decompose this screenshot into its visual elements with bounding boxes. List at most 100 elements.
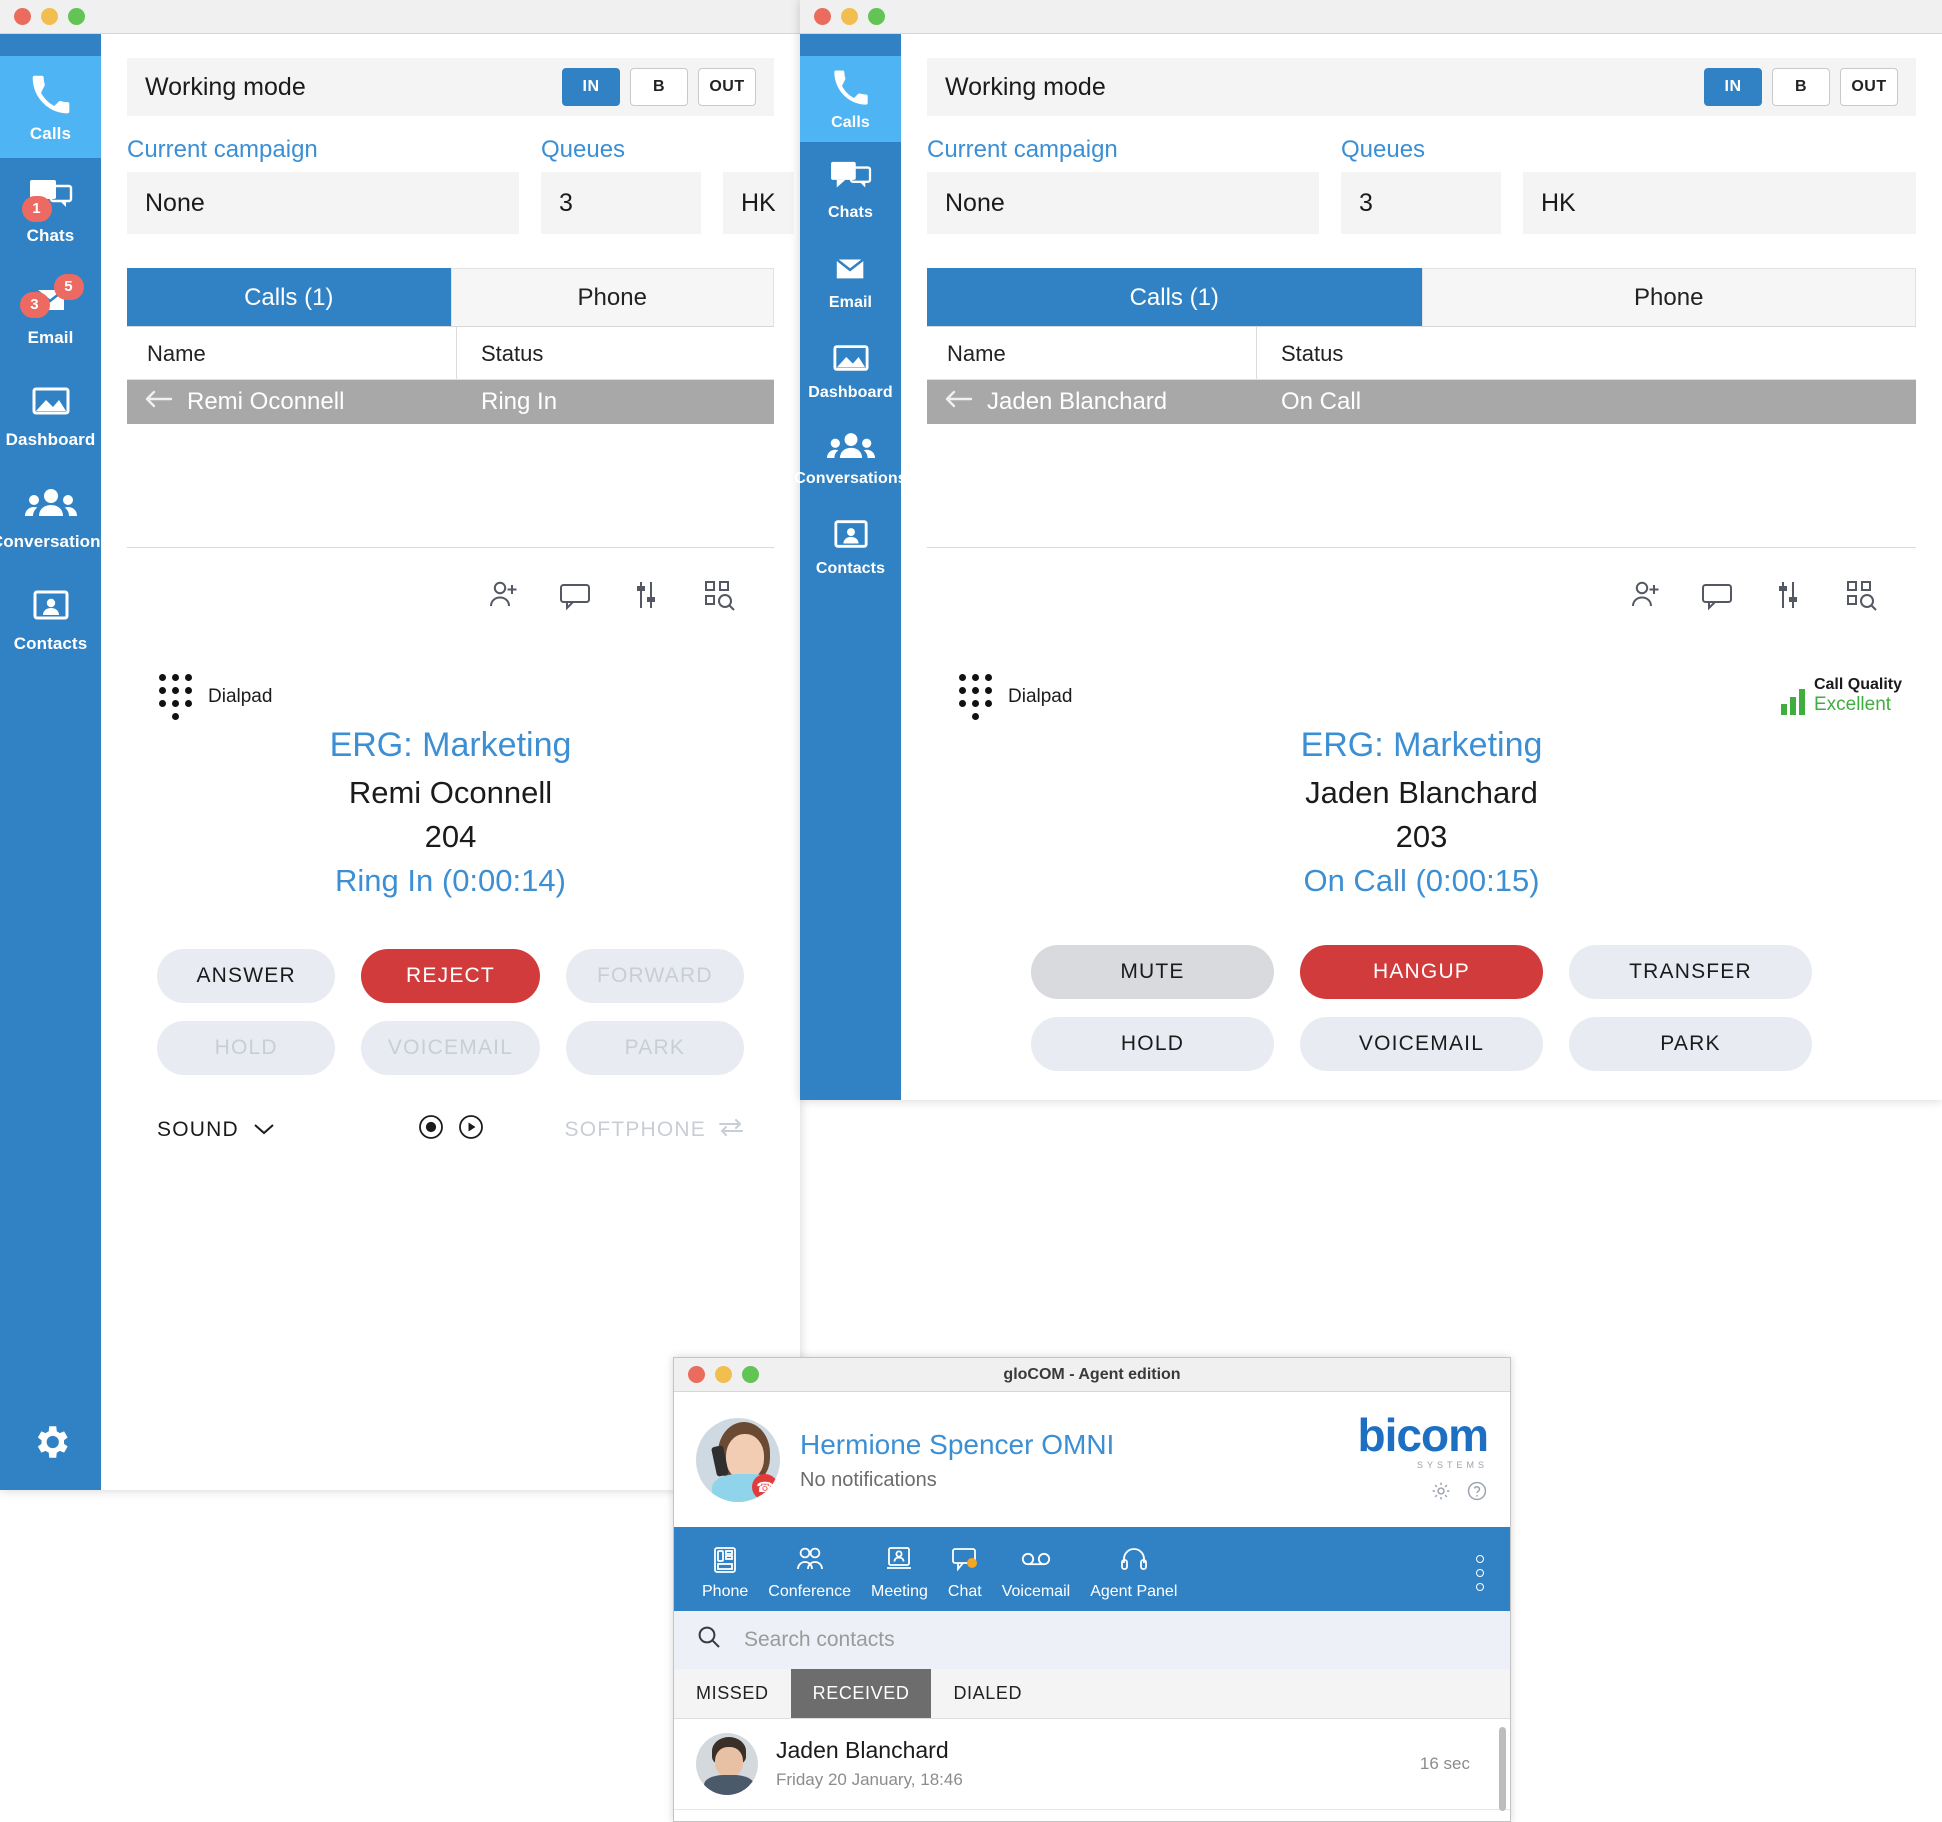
- close-button[interactable]: [14, 8, 31, 25]
- nav-chat[interactable]: Chat: [938, 1539, 992, 1601]
- close-button[interactable]: [814, 8, 831, 25]
- working-mode-buttons[interactable]: IN B OUT: [562, 68, 756, 106]
- campaign-field[interactable]: Current campaign None: [927, 136, 1319, 234]
- mode-out-button[interactable]: OUT: [1840, 68, 1898, 106]
- table-row[interactable]: Remi Oconnell Ring In: [127, 380, 774, 424]
- maximize-button[interactable]: [868, 8, 885, 25]
- answer-button[interactable]: ANSWER: [157, 949, 336, 1003]
- play-icon[interactable]: [457, 1113, 485, 1146]
- tab-phone[interactable]: Phone: [450, 268, 774, 326]
- minimize-button[interactable]: [41, 8, 58, 25]
- tab-phone[interactable]: Phone: [1421, 268, 1916, 326]
- mode-out-button[interactable]: OUT: [698, 68, 756, 106]
- call-actions-left[interactable]: ANSWER REJECT FORWARD HOLD VOICEMAIL PAR…: [101, 949, 800, 1075]
- sidebar-item-contacts[interactable]: Contacts: [800, 498, 901, 588]
- list-item[interactable]: Jaden Blanchard Friday 20 January, 18:46…: [674, 1719, 1510, 1810]
- nav-voicemail[interactable]: Voicemail: [992, 1539, 1080, 1601]
- call-tabs-left[interactable]: Calls (1) Phone: [127, 268, 774, 327]
- working-mode-buttons[interactable]: IN B OUT: [1704, 68, 1898, 106]
- voicemail-button[interactable]: VOICEMAIL: [1300, 1017, 1543, 1071]
- sound-selector[interactable]: SOUND: [157, 1118, 353, 1142]
- list-item[interactable]: [674, 1810, 1510, 1822]
- sidebar-item-label: Conversations: [794, 470, 907, 487]
- nav-phone[interactable]: Phone: [692, 1539, 758, 1601]
- sidebar-item-contacts[interactable]: Contacts: [0, 566, 101, 668]
- mode-b-button[interactable]: B: [1772, 68, 1830, 106]
- nav-agent-panel[interactable]: Agent Panel: [1080, 1539, 1187, 1601]
- add-contact-icon[interactable]: [482, 574, 524, 616]
- minimize-button[interactable]: [715, 1366, 732, 1383]
- tab-dialed[interactable]: DIALED: [931, 1669, 1044, 1718]
- fields-row: Current campaign None Queues 3 HK: [927, 136, 1916, 234]
- sidebar-item-dashboard[interactable]: Dashboard: [800, 322, 901, 412]
- sidebar-item-conversations[interactable]: Conversations: [794, 412, 907, 498]
- nav-meeting[interactable]: Meeting: [861, 1539, 938, 1601]
- mode-in-button[interactable]: IN: [562, 68, 620, 106]
- more-options-icon[interactable]: [1476, 1554, 1484, 1591]
- search-bar[interactable]: Search contacts: [674, 1610, 1510, 1669]
- chat-icon[interactable]: [1696, 574, 1738, 616]
- sidebar-item-conversations[interactable]: Conversations: [0, 464, 110, 566]
- window-controls[interactable]: [674, 1366, 759, 1383]
- call-actions-right[interactable]: MUTE HANGUP TRANSFER HOLD VOICEMAIL PARK: [901, 945, 1942, 1071]
- sidebar-item-calls[interactable]: Calls: [0, 56, 101, 158]
- list-scrollbar[interactable]: [1499, 1726, 1506, 1811]
- envelope-icon: 5 3: [19, 274, 84, 322]
- mode-in-button[interactable]: IN: [1704, 68, 1762, 106]
- call-time: Friday 20 January, 18:46: [776, 1770, 963, 1790]
- search-input[interactable]: Search contacts: [744, 1628, 895, 1652]
- sliders-icon[interactable]: [1768, 574, 1810, 616]
- minimize-button[interactable]: [841, 8, 858, 25]
- sliders-icon[interactable]: [626, 574, 668, 616]
- reject-button[interactable]: REJECT: [361, 949, 540, 1003]
- qr-scan-icon[interactable]: [1840, 574, 1882, 616]
- call-toolbar-left[interactable]: [101, 574, 740, 616]
- window-controls[interactable]: [800, 8, 885, 25]
- mute-button[interactable]: MUTE: [1031, 945, 1274, 999]
- call-tabs-right[interactable]: Calls (1) Phone: [927, 268, 1916, 327]
- call-history-tabs[interactable]: MISSED RECEIVED DIALED: [674, 1668, 1510, 1719]
- headset-icon: [1120, 1543, 1148, 1577]
- user-name[interactable]: Hermione Spencer OMNI: [800, 1429, 1358, 1461]
- table-row[interactable]: Jaden Blanchard On Call: [927, 380, 1916, 424]
- glocom-nav[interactable]: Phone Conference Meeting Chat Voicemail …: [674, 1526, 1510, 1611]
- add-contact-icon[interactable]: [1624, 574, 1666, 616]
- record-icon[interactable]: [417, 1113, 445, 1146]
- settings-button[interactable]: [0, 1421, 101, 1468]
- dialpad-button-left[interactable]: Dialpad: [159, 674, 800, 720]
- transfer-button[interactable]: TRANSFER: [1569, 945, 1812, 999]
- park-button: PARK: [565, 1021, 744, 1075]
- sidebar-item-dashboard[interactable]: Dashboard: [0, 362, 101, 464]
- tab-received[interactable]: RECEIVED: [790, 1668, 932, 1718]
- sidebar-item-email[interactable]: Email: [800, 232, 901, 322]
- queues-field[interactable]: Queues 3 HK: [541, 136, 794, 234]
- glocom-title: gloCOM - Agent edition: [1003, 1365, 1181, 1383]
- tab-calls[interactable]: Calls (1): [127, 268, 451, 326]
- campaign-field[interactable]: Current campaign None: [127, 136, 519, 234]
- sidebar-item-chats[interactable]: Chats: [800, 142, 901, 232]
- mode-b-button[interactable]: B: [630, 68, 688, 106]
- qr-scan-icon[interactable]: [698, 574, 740, 616]
- queues-field[interactable]: Queues 3 HK: [1341, 136, 1916, 234]
- sidebar-item-chats[interactable]: 1 Chats: [0, 158, 101, 260]
- sidebar-item-email[interactable]: 5 3 Email: [0, 260, 101, 362]
- tab-calls[interactable]: Calls (1): [927, 268, 1422, 326]
- gear-icon[interactable]: [1430, 1480, 1452, 1507]
- working-mode-label: Working mode: [945, 72, 1106, 101]
- maximize-button[interactable]: [742, 1366, 759, 1383]
- fields-row: Current campaign None Queues 3 HK: [127, 136, 794, 234]
- sidebar-item-calls[interactable]: Calls: [800, 56, 901, 142]
- recording-controls[interactable]: [353, 1113, 549, 1146]
- call-toolbar-right[interactable]: [901, 574, 1882, 616]
- hangup-button[interactable]: HANGUP: [1300, 945, 1543, 999]
- window-controls[interactable]: [0, 8, 85, 25]
- park-button[interactable]: PARK: [1569, 1017, 1812, 1071]
- help-icon[interactable]: [1466, 1480, 1488, 1507]
- queues-label: Queues: [1341, 136, 1426, 163]
- nav-conference[interactable]: Conference: [758, 1539, 861, 1601]
- maximize-button[interactable]: [68, 8, 85, 25]
- chat-icon[interactable]: [554, 574, 596, 616]
- tab-missed[interactable]: MISSED: [674, 1669, 791, 1718]
- close-button[interactable]: [688, 1366, 705, 1383]
- hold-button[interactable]: HOLD: [1031, 1017, 1274, 1071]
